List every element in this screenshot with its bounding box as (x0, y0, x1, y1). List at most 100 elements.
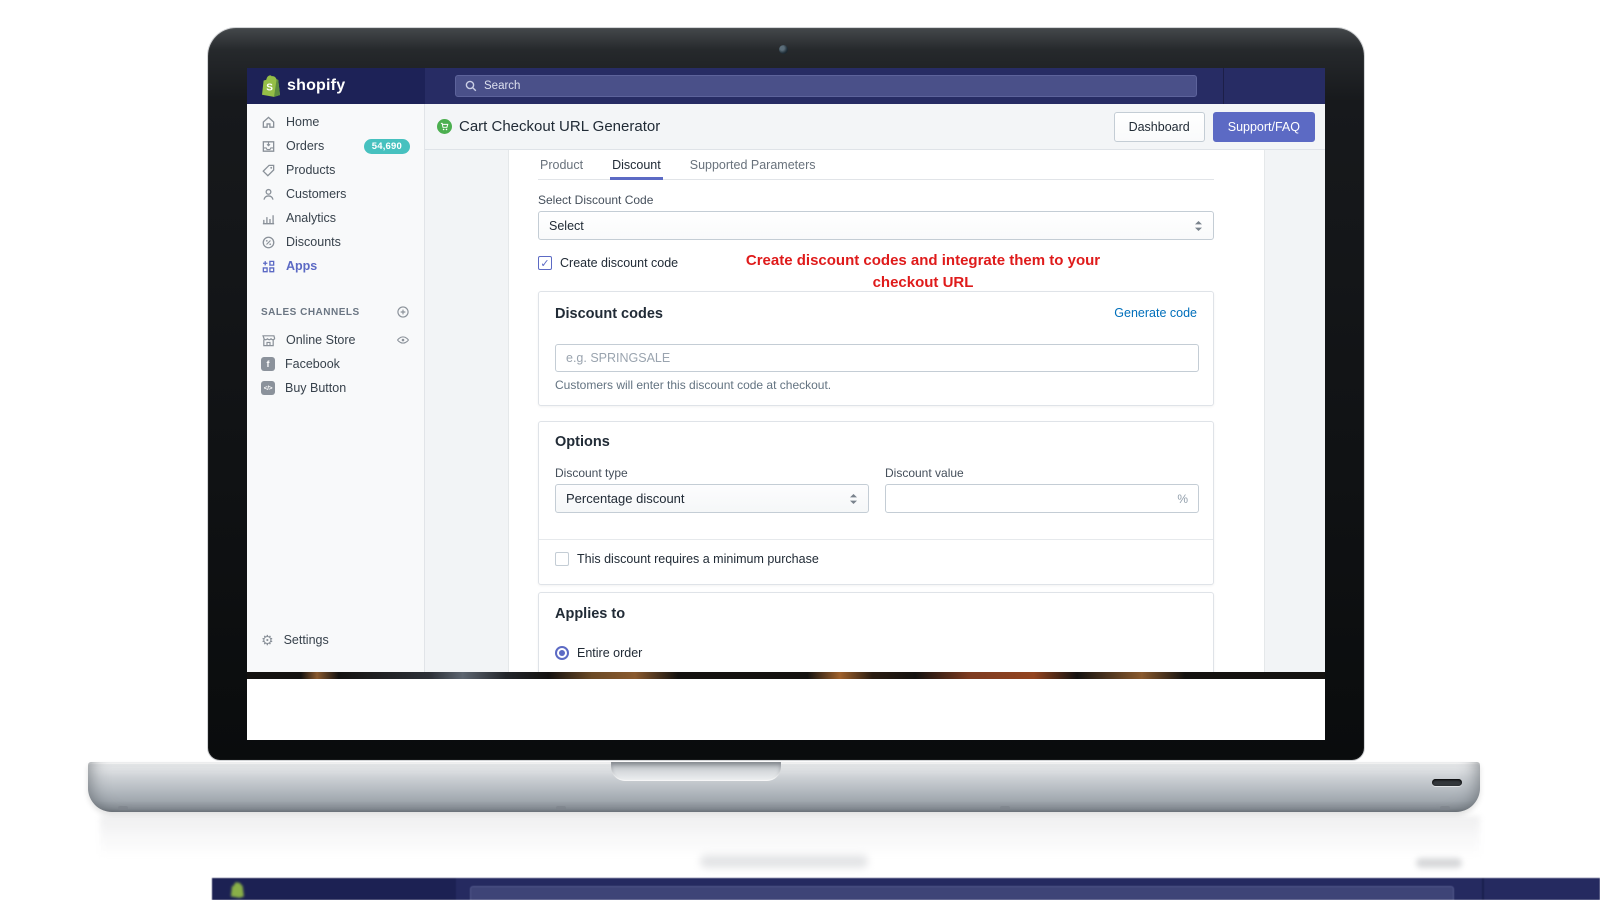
page-background: Product Discount Supported Parameters Se… (425, 150, 1325, 672)
sidebar-item-label: Analytics (286, 211, 337, 225)
app-icon (437, 119, 452, 134)
search-placeholder: Search (484, 80, 521, 92)
discount-value-input[interactable] (896, 491, 1178, 506)
discount-value-label: Discount value (885, 466, 964, 480)
sidebar-item-discounts[interactable]: Discounts (247, 230, 424, 254)
search-input[interactable]: Search (455, 75, 1197, 97)
tab-product[interactable]: Product (538, 150, 585, 179)
sidebar-item-settings[interactable]: ⚙ Settings (247, 628, 425, 652)
checkbox-checked-icon: ✓ (538, 256, 552, 270)
sidebar-item-label: Settings (283, 633, 329, 647)
discount-type-select[interactable]: Percentage discount (555, 484, 869, 513)
sidebar-item-label: Customers (286, 187, 347, 201)
sidebar-item-products[interactable]: Products (247, 158, 424, 182)
storefront-icon (261, 333, 276, 348)
sidebar-item-label: Orders (286, 139, 325, 153)
discount-icon (261, 235, 276, 250)
webcam-icon (779, 45, 788, 54)
entire-order-radio[interactable]: Entire order (555, 646, 642, 660)
tab-supported-parameters[interactable]: Supported Parameters (688, 150, 818, 179)
discount-codes-card: Discount codes Generate code Customers w… (538, 291, 1214, 406)
rubber-foot (1440, 806, 1450, 810)
page-title: Cart Checkout URL Generator (459, 118, 661, 135)
card-title: Discount codes (555, 306, 663, 322)
discount-value-field: % (885, 484, 1199, 513)
options-card: Options Discount type Discount value Per… (538, 421, 1214, 585)
sidebar-item-label: Home (286, 115, 320, 129)
shopify-bag-icon: S (261, 75, 280, 97)
discount-code-input[interactable] (555, 344, 1199, 372)
applies-to-card: Applies to Entire order (538, 592, 1214, 672)
apps-icon (261, 259, 276, 274)
sidebar-item-label: Online Store (286, 333, 356, 347)
orders-icon (261, 139, 276, 154)
sidebar-item-orders[interactable]: Orders 54,690 (247, 134, 424, 158)
select-discount-code-label: Select Discount Code (538, 193, 654, 207)
select-value: Percentage discount (566, 491, 685, 506)
shopify-admin-ui: S shopify Search Home Orders 54,690 Prod… (247, 68, 1325, 672)
dashboard-button[interactable]: Dashboard (1113, 111, 1205, 142)
card-title: Applies to (555, 606, 626, 622)
lid-notch (611, 762, 781, 781)
radio-label: Entire order (577, 646, 643, 660)
discount-type-label: Discount type (555, 466, 628, 480)
sidebar-item-analytics[interactable]: Analytics (247, 206, 424, 230)
sidebar-item-customers[interactable]: Customers (247, 182, 424, 206)
percent-suffix: % (1177, 491, 1188, 506)
rubber-foot (556, 806, 566, 810)
rubber-foot (118, 806, 128, 810)
red-annotation-text: Create discount codes and integrate them… (745, 252, 1101, 291)
sidebar-item-home[interactable]: Home (247, 110, 424, 134)
laptop-mockup: S shopify Search Home Orders 54,690 Prod… (0, 0, 1600, 900)
topbar-divider (1223, 68, 1224, 104)
content-panel: Product Discount Supported Parameters Se… (508, 150, 1265, 672)
svg-text:S: S (266, 83, 273, 94)
radio-selected-icon (555, 646, 569, 660)
generate-code-link[interactable]: Generate code (1114, 306, 1197, 320)
shopify-logo[interactable]: S shopify (247, 68, 425, 104)
tag-icon (261, 163, 276, 178)
sidebar-item-label: Apps (286, 259, 318, 273)
sidebar-item-facebook[interactable]: f Facebook (247, 352, 424, 376)
support-faq-button[interactable]: Support/FAQ (1212, 111, 1315, 142)
create-discount-code-checkbox[interactable]: ✓ Create discount code (538, 256, 678, 270)
add-channel-button[interactable] (396, 305, 410, 319)
customers-icon (261, 187, 276, 202)
orders-count-badge: 54,690 (363, 138, 410, 154)
card-divider (539, 539, 1213, 540)
laptop-bezel: S shopify Search Home Orders 54,690 Prod… (208, 28, 1364, 760)
rubber-foot (1000, 806, 1010, 810)
search-icon (465, 80, 477, 92)
sidebar-item-online-store[interactable]: Online Store (247, 328, 424, 352)
analytics-icon (261, 211, 276, 226)
ir-port (1432, 779, 1462, 786)
discount-code-select[interactable]: Select (538, 211, 1214, 240)
minimum-purchase-checkbox[interactable]: This discount requires a minimum purchas… (555, 552, 819, 566)
sales-channels-list: Online Store f Facebook </> Buy Button (247, 328, 424, 400)
sidebar-settings: ⚙ Settings (247, 628, 425, 652)
select-stepper-icon (849, 493, 858, 505)
shopify-wordmark: shopify (287, 77, 346, 94)
sidebar-item-label: Buy Button (285, 381, 347, 395)
laptop-base (88, 762, 1480, 812)
sidebar-item-apps[interactable]: Apps (247, 254, 424, 278)
tab-bar: Product Discount Supported Parameters (538, 150, 1214, 180)
sidebar-item-label: Discounts (286, 235, 341, 249)
checkbox-unchecked-icon (555, 552, 569, 566)
sidebar-item-buy-button[interactable]: </> Buy Button (247, 376, 424, 400)
cropped-photo-strip (247, 672, 1325, 679)
gear-icon: ⚙ (261, 632, 274, 648)
select-value: Select (549, 218, 584, 233)
code-icon: </> (261, 381, 275, 395)
header-buttons: Dashboard Support/FAQ (1113, 111, 1315, 142)
tab-discount[interactable]: Discount (610, 150, 663, 180)
sales-channels-label: SALES CHANNELS (261, 306, 360, 318)
facebook-icon: f (261, 357, 275, 371)
sidebar-item-label: Products (286, 163, 336, 177)
home-icon (261, 115, 276, 130)
eye-icon[interactable] (396, 333, 410, 347)
topbar: S shopify Search (247, 68, 1325, 104)
hero-scene: S shopify Search Home Orders 54,690 Prod… (0, 0, 1600, 900)
main-area: Cart Checkout URL Generator Dashboard Su… (425, 104, 1325, 672)
card-title: Options (555, 434, 610, 450)
